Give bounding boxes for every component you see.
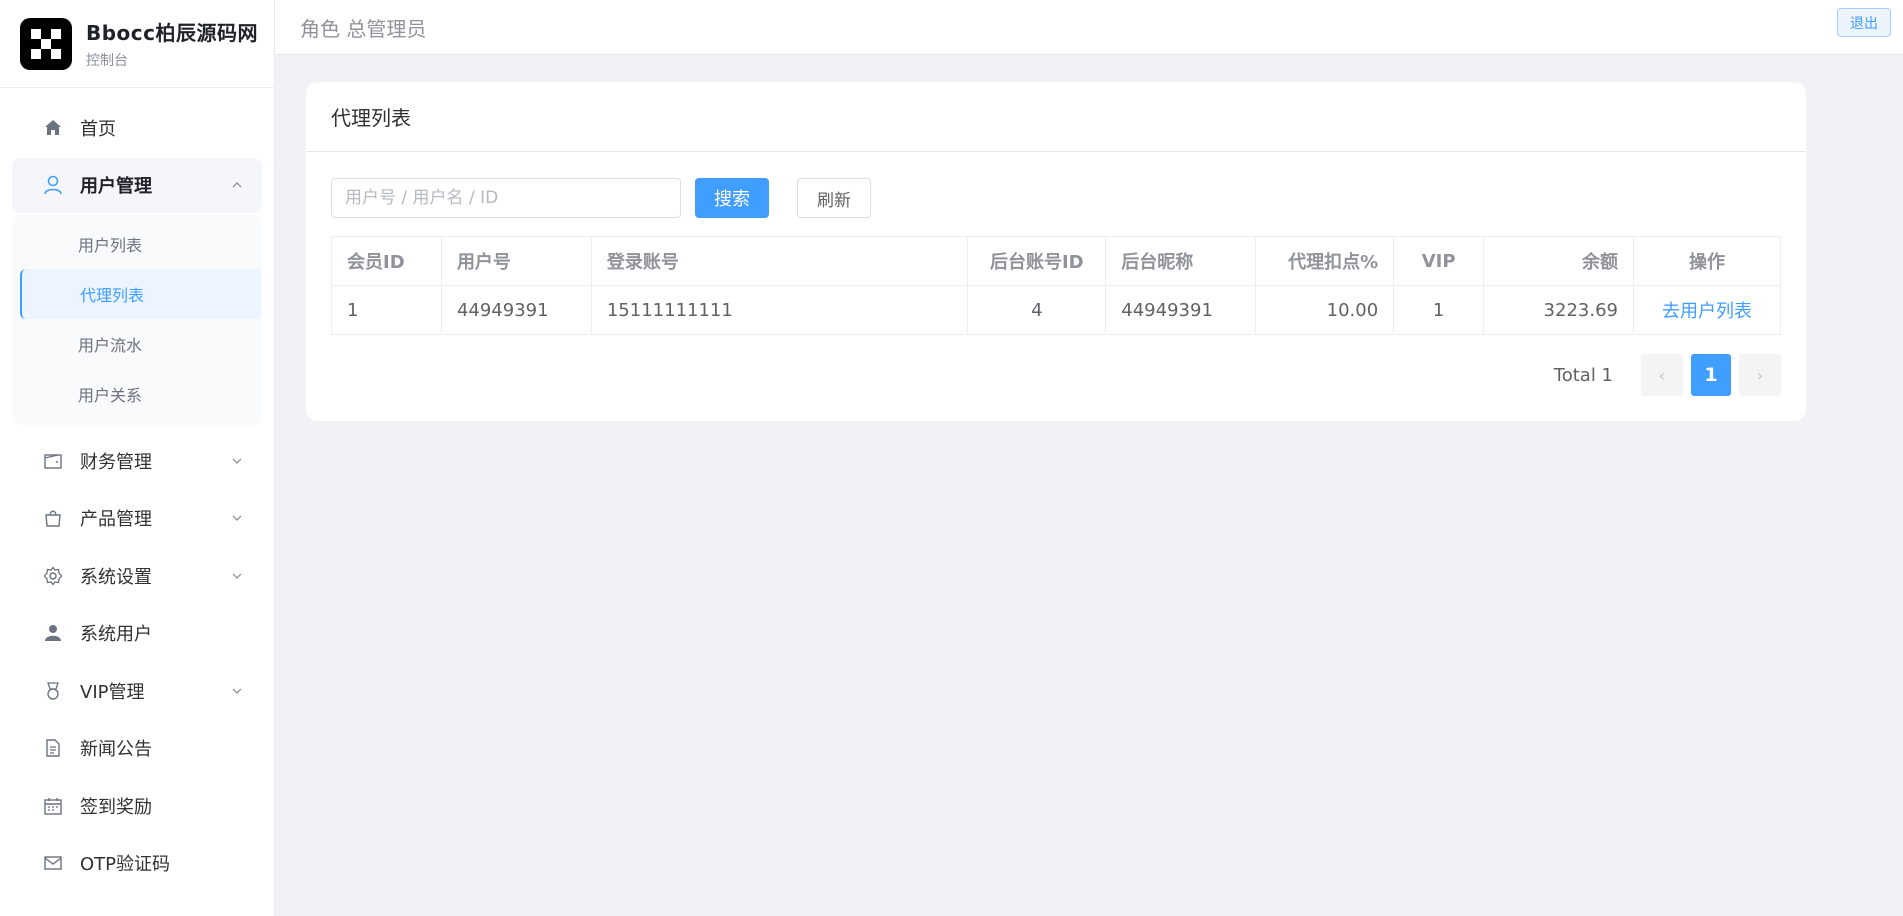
sidebar-item-label: 用户列表 <box>78 236 143 255</box>
pagination-page-1[interactable]: 1 <box>1691 354 1731 396</box>
sidebar-menu: 首页 用户管理 用户列表 代理列表 用户流水 用户关系 财务管理 产品管理 系统… <box>0 88 274 891</box>
brand-header: Bbocc柏辰源码网 控制台 <box>0 0 274 88</box>
cell-vip: 1 <box>1393 285 1485 335</box>
brand-name: Bbocc柏辰源码网 <box>86 21 259 45</box>
search-toolbar: 搜索 刷新 <box>331 178 871 218</box>
sidebar-item-label: 用户关系 <box>78 386 143 405</box>
user-management-submenu: 用户列表 代理列表 用户流水 用户关系 <box>12 215 262 425</box>
chevron-down-icon <box>232 688 242 694</box>
column-header: 操作 <box>1632 236 1782 286</box>
sidebar-item-system-settings[interactable]: 系统设置 <box>12 548 262 603</box>
cell-user-no: 44949391 <box>440 285 592 335</box>
chevron-down-icon <box>232 573 242 579</box>
go-user-list-link[interactable]: 去用户列表 <box>1662 301 1752 322</box>
sidebar-item-otp[interactable]: OTP验证码 <box>12 836 262 891</box>
wallet-icon <box>42 450 64 472</box>
column-header: 余额 <box>1483 236 1634 286</box>
sidebar-item-system-users[interactable]: 系统用户 <box>12 606 262 661</box>
agent-table: 会员ID 用户号 登录账号 后台账号ID 后台昵称 代理扣点% VIP 余额 操… <box>331 236 1782 335</box>
gear-icon <box>42 565 64 587</box>
sidebar-item-checkin-rewards[interactable]: 签到奖励 <box>12 778 262 833</box>
pagination: Total 1 ‹ 1 › <box>1554 354 1781 396</box>
column-header: 代理扣点% <box>1255 236 1395 286</box>
chevron-up-icon <box>232 182 242 188</box>
sidebar-item-user-list[interactable]: 用户列表 <box>12 219 262 269</box>
sidebar-item-news[interactable]: 新闻公告 <box>12 721 262 776</box>
brand-subtitle: 控制台 <box>86 53 128 69</box>
column-header: 用户号 <box>440 236 592 286</box>
sidebar-item-agent-list[interactable]: 代理列表 <box>20 269 261 319</box>
sidebar-item-vip[interactable]: VIP管理 <box>12 663 262 718</box>
home-icon <box>42 117 64 139</box>
role-label: 角色 总管理员 <box>300 16 427 41</box>
column-header: 后台昵称 <box>1105 236 1257 286</box>
chevron-down-icon <box>232 515 242 521</box>
sidebar-item-label: 代理列表 <box>80 286 145 305</box>
sidebar-item-label: 新闻公告 <box>80 739 152 760</box>
sidebar-item-label: 签到奖励 <box>80 796 152 818</box>
sidebar-item-user-management[interactable]: 用户管理 <box>12 157 262 213</box>
sidebar-item-label: 系统设置 <box>80 566 152 588</box>
brand-logo <box>20 17 72 70</box>
calendar-icon <box>42 795 64 817</box>
table-row: 1 44949391 15111111111 4 44949391 10.00 … <box>331 285 1782 335</box>
search-input[interactable] <box>331 178 681 218</box>
sidebar-item-label: 财务管理 <box>80 451 152 473</box>
table-header-row: 会员ID 用户号 登录账号 后台账号ID 后台昵称 代理扣点% VIP 余额 操… <box>331 236 1782 286</box>
user-outline-icon <box>42 174 64 196</box>
pagination-next-button[interactable]: › <box>1739 354 1781 396</box>
cell-rebate: 10.00 <box>1255 285 1395 335</box>
refresh-button[interactable]: 刷新 <box>797 178 871 218</box>
cell-admin-nickname: 44949391 <box>1105 285 1257 335</box>
sidebar-item-products[interactable]: 产品管理 <box>12 491 262 546</box>
column-header: VIP <box>1393 236 1485 286</box>
sidebar-item-label: OTP验证码 <box>80 854 171 875</box>
cell-action: 去用户列表 <box>1632 285 1782 335</box>
chevron-down-icon <box>232 458 242 464</box>
sidebar-item-user-relation[interactable]: 用户关系 <box>12 369 262 419</box>
user-filled-icon <box>42 622 64 644</box>
mail-icon <box>42 852 64 874</box>
cell-admin-id: 4 <box>967 285 1107 335</box>
pagination-prev-button[interactable]: ‹ <box>1641 354 1683 396</box>
sidebar-item-finance[interactable]: 财务管理 <box>12 433 262 488</box>
pagination-total: Total 1 <box>1553 364 1613 386</box>
sidebar-item-label: VIP管理 <box>80 681 145 703</box>
column-header: 会员ID <box>331 236 442 286</box>
sidebar-item-user-flow[interactable]: 用户流水 <box>12 319 262 369</box>
agent-list-card: 代理列表 搜索 刷新 会员ID 用户号 登录账号 后台账号ID 后台昵称 代理扣… <box>306 82 1806 421</box>
shopping-bag-icon <box>42 507 64 529</box>
sidebar-item-label: 产品管理 <box>80 509 152 530</box>
sidebar-item-label: 系统用户 <box>80 624 152 645</box>
medal-icon <box>42 680 64 702</box>
sidebar-item-label: 用户流水 <box>78 336 143 355</box>
cell-balance: 3223.69 <box>1483 285 1634 335</box>
search-button[interactable]: 搜索 <box>695 178 769 218</box>
sidebar-item-label: 首页 <box>80 118 116 140</box>
top-header: 角色 总管理员 退出 <box>275 0 1903 55</box>
logout-button[interactable]: 退出 <box>1837 8 1891 37</box>
column-header: 登录账号 <box>590 236 969 286</box>
sidebar-item-label: 用户管理 <box>80 176 152 197</box>
document-icon <box>42 737 64 759</box>
cell-member-id: 1 <box>331 285 442 335</box>
column-header: 后台账号ID <box>967 236 1107 286</box>
sidebar: Bbocc柏辰源码网 控制台 首页 用户管理 用户列表 代理列表 用户流水 用户… <box>0 0 275 916</box>
cell-login-account: 15111111111 <box>590 285 969 335</box>
sidebar-item-home[interactable]: 首页 <box>12 100 262 155</box>
page-title: 代理列表 <box>306 82 1806 152</box>
